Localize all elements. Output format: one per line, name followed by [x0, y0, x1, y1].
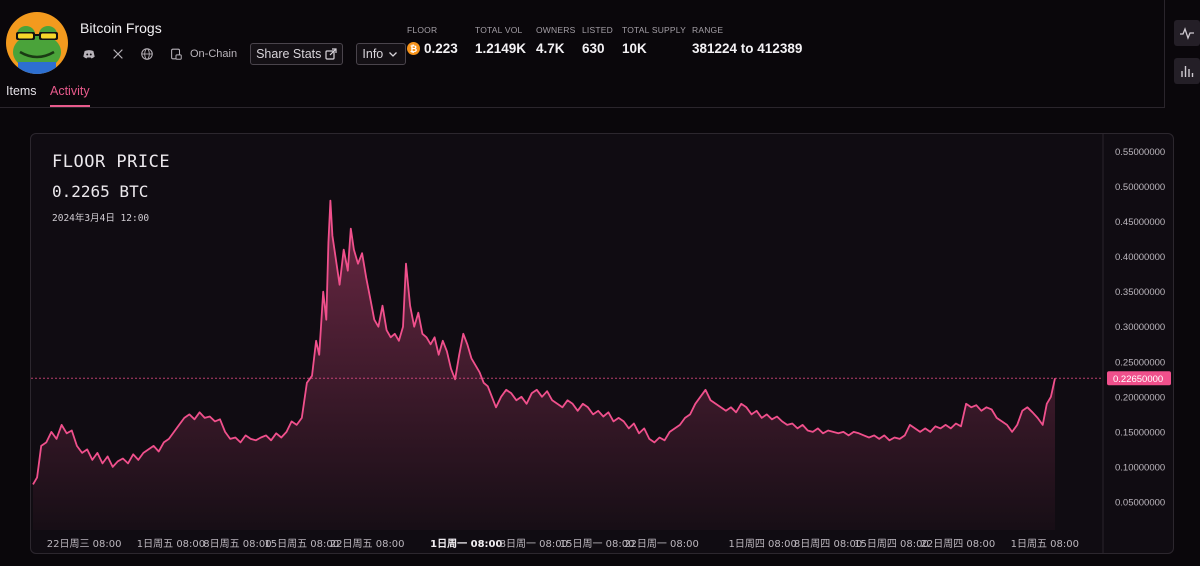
x-tick-label: 8日周一 08:00 — [500, 538, 568, 550]
sidebar-divider — [1164, 0, 1165, 108]
x-tick-label: 8日周五 08:00 — [203, 538, 271, 550]
x-twitter-icon[interactable] — [109, 45, 127, 63]
stat-value: 381224 to 412389 — [692, 41, 803, 56]
stat-floor: FLOOR ₿ 0.223 — [407, 25, 458, 56]
y-tick-label: 0.45000000 — [1115, 217, 1165, 228]
tab-items[interactable]: Items — [6, 84, 37, 98]
floor-price-chart-card: 0.05000000 0.10000000 0.15000000 0.20000000… — [30, 133, 1174, 554]
stat-range: RANGE 381224 to 412389 — [692, 25, 802, 56]
stat-label: LISTED — [582, 25, 613, 35]
y-tick-label: 0.55000000 — [1115, 147, 1165, 158]
stat-label: FLOOR — [407, 25, 438, 35]
y-tick-label: 0.35000000 — [1115, 287, 1165, 298]
x-tick-label: 15日周五 08:00 — [264, 538, 339, 550]
y-tick-label: 0.40000000 — [1115, 252, 1165, 263]
stat-value: 10K — [622, 41, 647, 56]
stat-total-supply: TOTAL SUPPLY 10K — [622, 25, 686, 56]
y-tick-label: 0.25000000 — [1115, 357, 1165, 368]
bar-chart-icon — [1181, 66, 1194, 77]
y-tick-label: 0.30000000 — [1115, 322, 1165, 333]
onchain-label[interactable]: On-Chain — [190, 48, 237, 60]
y-tick-label: 0.20000000 — [1115, 392, 1165, 403]
chart-current-value: 0.2265 BTC — [52, 182, 149, 201]
chevron-down-icon — [389, 52, 398, 57]
header-divider — [0, 107, 1164, 108]
stat-label: TOTAL VOL — [475, 25, 523, 35]
x-tick-label: 8日周四 08:00 — [794, 538, 862, 550]
pulse-icon — [1180, 27, 1194, 40]
x-tick-label: 22日周五 08:00 — [330, 538, 405, 550]
current-price-label: 0.22650000 — [1113, 374, 1163, 385]
chart-title: FLOOR PRICE — [52, 152, 171, 172]
stat-owners: OWNERS 4.7K — [536, 25, 575, 56]
x-tick-label: 22日周三 08:00 — [47, 538, 122, 550]
globe-icon[interactable] — [138, 45, 156, 63]
y-tick-label: 0.15000000 — [1115, 427, 1165, 438]
x-tick-label: 22日周一 08:00 — [624, 538, 699, 550]
collection-links: On-Chain Share Stats Info — [80, 43, 419, 65]
chart-current-date: 2024年3月4日 12:00 — [52, 213, 150, 224]
x-tick-label: 1日周一 08:00 — [430, 538, 502, 550]
x-tick-label: 15日周四 08:00 — [854, 538, 929, 550]
info-button[interactable]: Info — [356, 43, 407, 65]
series-area — [33, 200, 1055, 530]
discord-icon[interactable] — [80, 45, 98, 63]
stat-label: OWNERS — [536, 25, 576, 35]
x-tick-label: 1日周五 08:00 — [1011, 538, 1079, 550]
collection-name: Bitcoin Frogs — [80, 20, 162, 36]
x-tick-label: 22日周四 08:00 — [921, 538, 996, 550]
y-tick-label: 0.05000000 — [1115, 497, 1165, 508]
stat-listed: LISTED 630 — [582, 25, 613, 56]
stat-value: 1.2149K — [475, 41, 527, 56]
tab-activity[interactable]: Activity — [50, 84, 90, 98]
bar-chart-button[interactable] — [1174, 58, 1200, 84]
stat-value: 4.7K — [536, 41, 565, 56]
stat-value: 630 — [582, 41, 605, 56]
stat-value: 0.223 — [424, 41, 458, 56]
floor-price-chart[interactable]: 0.05000000 0.10000000 0.15000000 0.20000000… — [31, 134, 1174, 554]
y-tick-label: 0.50000000 — [1115, 182, 1165, 193]
onchain-icon[interactable] — [167, 45, 185, 63]
x-tick-label: 1日周四 08:00 — [729, 538, 797, 550]
bitcoin-icon: ₿ — [407, 42, 420, 55]
share-icon — [325, 48, 338, 60]
y-tick-label: 0.10000000 — [1115, 462, 1165, 473]
stat-total-vol: TOTAL VOL 1.2149K — [475, 25, 526, 56]
share-stats-label: Share Stats — [256, 47, 322, 61]
collection-avatar — [6, 12, 68, 74]
stat-label: RANGE — [692, 25, 724, 35]
share-stats-button[interactable]: Share Stats — [250, 43, 344, 65]
info-label: Info — [362, 47, 384, 61]
stat-label: TOTAL SUPPLY — [622, 25, 686, 35]
frog-avatar-icon — [13, 26, 61, 74]
x-tick-label: 1日周五 08:00 — [137, 538, 205, 550]
activity-chart-button[interactable] — [1174, 20, 1200, 46]
